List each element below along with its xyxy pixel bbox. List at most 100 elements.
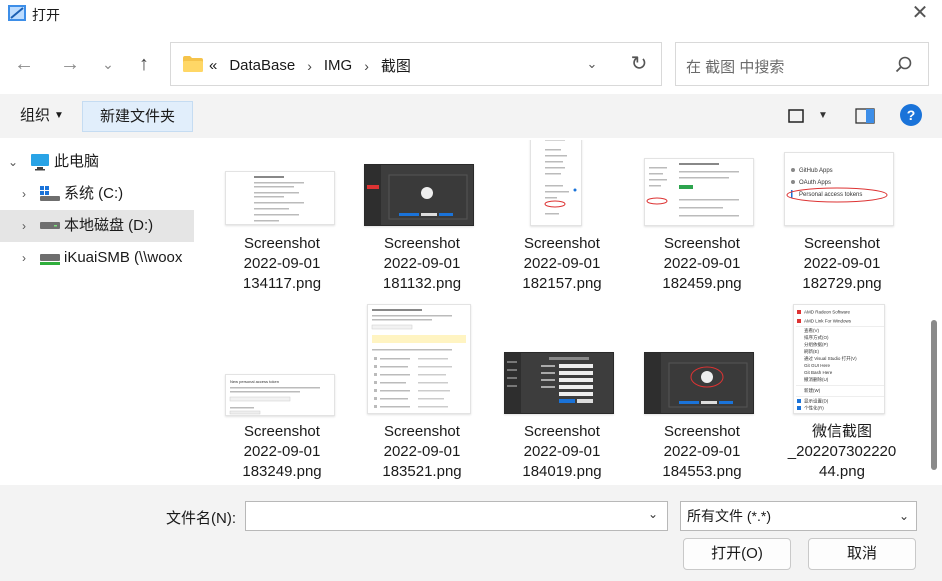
expand-chevron-icon[interactable]: ⌄ xyxy=(6,146,20,178)
ctx-item: 通过 Visual Studio 打开(V) xyxy=(804,355,857,362)
ctx-item: Git GUI Here xyxy=(804,363,831,368)
file-thumbnail xyxy=(530,140,582,226)
file-thumbnail xyxy=(644,352,754,414)
app-icon xyxy=(8,5,26,21)
cancel-button[interactable]: 取消 xyxy=(808,538,916,570)
scrollbar-thumb[interactable] xyxy=(931,320,937,470)
ctx-item: Git Bash Here xyxy=(804,370,833,375)
up-button[interactable]: ↑ xyxy=(130,50,158,78)
screenshot-preview-image xyxy=(544,140,577,215)
collapse-chevron-icon[interactable]: › xyxy=(17,210,31,242)
screenshot-preview-image xyxy=(505,353,593,413)
view-options-icon[interactable] xyxy=(786,106,808,126)
forward-button[interactable]: → xyxy=(56,50,84,78)
organize-menu-button[interactable]: 组织 ▼ xyxy=(12,102,72,130)
title-bar: 打开 ✕ xyxy=(0,0,942,28)
breadcrumb-separator-icon[interactable]: › xyxy=(364,58,369,74)
sidebar-item-network-drive[interactable]: › iKuaiSMB (\\woox xyxy=(0,242,194,274)
ctx-item: AMD Radeon Software xyxy=(804,310,851,315)
screenshot-preview-image xyxy=(645,353,748,413)
address-bar[interactable]: « DataBase › IMG › 截图 ⌄ ↻ xyxy=(170,42,662,86)
folder-icon xyxy=(183,56,203,72)
help-icon[interactable]: ? xyxy=(900,104,922,126)
recent-locations-chevron-icon[interactable]: ⌄ xyxy=(94,50,122,78)
file-name: Screenshot 2022-09-01 181132.png xyxy=(382,235,462,292)
file-thumbnail: New personal access token xyxy=(225,374,335,416)
ctx-item: 查看(V) xyxy=(804,327,819,334)
file-name: Screenshot 2022-09-01 183249.png xyxy=(242,423,322,480)
close-icon[interactable]: ✕ xyxy=(908,2,932,24)
file-dialog-footer: 文件名(N): ⌄ 所有文件 (*.*) ⌄ 打开(O) 取消 xyxy=(0,485,942,581)
breadcrumb-separator-icon[interactable]: › xyxy=(307,58,312,74)
collapse-chevron-icon[interactable]: › xyxy=(17,242,31,274)
ctx-item: 撤消删除(U) xyxy=(804,376,829,383)
screenshot-preview-image xyxy=(365,165,468,225)
breadcrumb-item[interactable]: 截图 xyxy=(381,55,411,76)
filename-label: 文件名(N): xyxy=(166,510,236,527)
file-name: Screenshot 2022-09-01 182729.png xyxy=(802,235,882,292)
file-thumbnail xyxy=(364,164,474,226)
chevron-down-icon: ⌄ xyxy=(899,509,910,523)
file-list: Screenshot 2022-09-01 134117.png Screens… xyxy=(194,140,928,485)
new-folder-button[interactable]: 新建文件夹 xyxy=(82,101,193,132)
ctx-item: 刷新(E) xyxy=(804,348,819,355)
ctx-item: 分组依据(P) xyxy=(804,341,828,348)
sidebar-item-label: iKuaiSMB (\\woox xyxy=(64,249,183,266)
sidebar-item-label: 此电脑 xyxy=(54,153,100,170)
breadcrumb: « DataBase › IMG › 截图 xyxy=(209,55,423,76)
preview-pane-icon[interactable] xyxy=(854,106,876,126)
open-button[interactable]: 打开(O) xyxy=(683,538,791,570)
file-name: Screenshot 2022-09-01 183521.png xyxy=(382,423,462,480)
ctx-item: 新建(W) xyxy=(804,387,821,394)
sidebar-item-drive-d[interactable]: › 本地磁盘 (D:) xyxy=(0,210,194,242)
collapse-chevron-icon[interactable]: › xyxy=(17,178,31,210)
breadcrumb-item[interactable]: DataBase xyxy=(229,57,295,74)
ctx-item: AMD Link For Windows xyxy=(804,319,852,324)
file-thumbnail xyxy=(504,352,614,414)
address-history-chevron-icon[interactable]: ⌄ xyxy=(581,53,603,75)
refresh-icon[interactable]: ↻ xyxy=(626,51,652,77)
drive-icon xyxy=(40,222,60,229)
screenshot-preview-image xyxy=(254,176,304,222)
breadcrumb-item[interactable]: IMG xyxy=(324,57,352,74)
sidebar-item-drive-c[interactable]: › 系统 (C:) xyxy=(0,178,194,210)
file-name: Screenshot 2022-09-01 184553.png xyxy=(662,423,742,480)
view-caret-down-icon[interactable]: ▼ xyxy=(818,106,828,126)
ctx-item: 显示设置(D) xyxy=(804,398,829,405)
file-name: Screenshot 2022-09-01 184019.png xyxy=(522,423,602,480)
filetype-value: 所有文件 (*.*) xyxy=(687,508,771,524)
organize-label: 组织 xyxy=(20,107,51,124)
ctx-item: 个性化(R) xyxy=(804,405,824,412)
vertical-scrollbar[interactable] xyxy=(928,140,942,485)
search-icon[interactable] xyxy=(894,55,914,75)
file-name: Screenshot 2022-09-01 134117.png xyxy=(242,235,322,292)
oauth-apps-label: OAuth Apps xyxy=(799,180,831,186)
filetype-select[interactable]: 所有文件 (*.*) ⌄ xyxy=(680,501,917,531)
file-name: Screenshot 2022-09-01 182157.png xyxy=(522,235,602,292)
file-thumbnail xyxy=(225,171,335,225)
file-thumbnail xyxy=(644,158,754,226)
breadcrumb-overflow[interactable]: « xyxy=(209,57,217,74)
sidebar-item-label: 本地磁盘 (D:) xyxy=(64,217,154,234)
toolbar: 组织 ▼ 新建文件夹 ▼ ? xyxy=(0,94,942,138)
sidebar-item-this-pc[interactable]: ⌄ 此电脑 xyxy=(0,146,194,178)
window-title: 打开 xyxy=(32,7,60,23)
screenshot-preview-image xyxy=(371,309,466,408)
file-thumbnail xyxy=(367,304,471,414)
file-name: 微信截图 _202207302220 44.png xyxy=(787,423,897,480)
search-input[interactable]: 在 截图 中搜索 xyxy=(686,56,784,77)
search-box[interactable]: 在 截图 中搜索 xyxy=(675,42,929,86)
screenshot-preview-image: GitHub Apps OAuth Apps Personal access t… xyxy=(786,168,888,203)
back-button[interactable]: ← xyxy=(10,50,38,78)
ctx-item: 排序方式(O) xyxy=(804,334,829,341)
navigation-pane: ⌄ 此电脑 › 系统 (C:) › 本地磁盘 (D:) › iKuaiSMB (… xyxy=(0,140,194,485)
token-title-label: New personal access token xyxy=(230,379,279,384)
caret-down-icon: ▼ xyxy=(54,110,64,121)
file-name: Screenshot 2022-09-01 182459.png xyxy=(662,235,742,292)
screenshot-preview-image: New personal access token xyxy=(229,379,320,415)
filename-history-chevron-icon[interactable]: ⌄ xyxy=(648,507,658,521)
filename-input[interactable] xyxy=(245,501,668,531)
windows-drive-icon xyxy=(40,186,60,201)
screenshot-preview-image xyxy=(646,163,739,217)
sidebar-item-label: 系统 (C:) xyxy=(64,185,124,202)
